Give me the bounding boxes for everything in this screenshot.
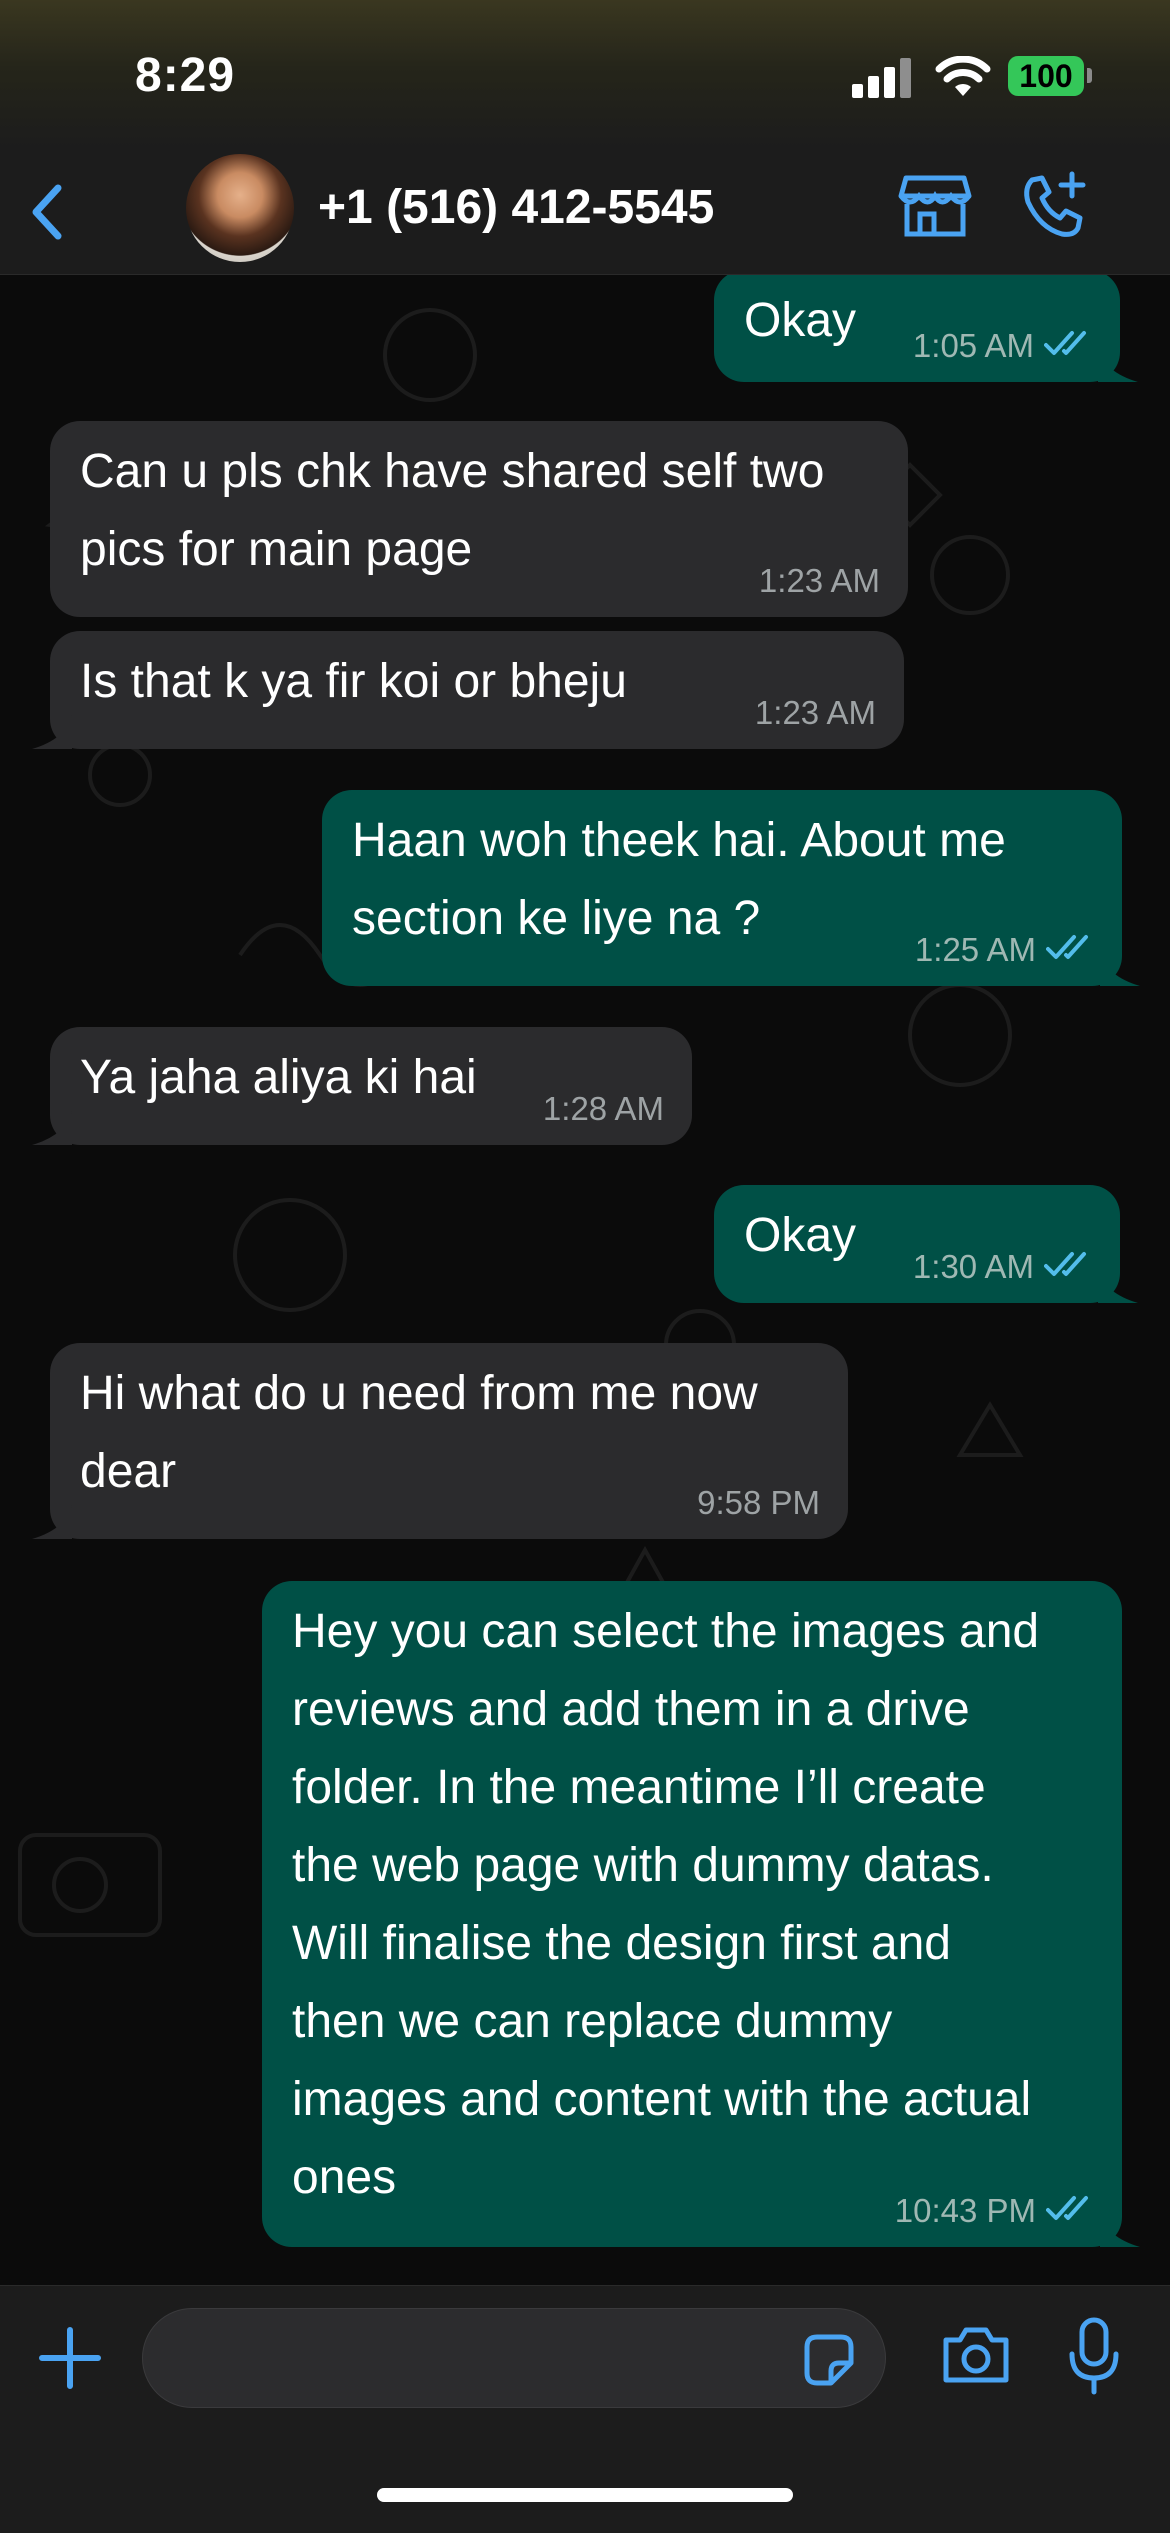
wifi-icon	[935, 56, 991, 96]
message-time: 9:58 PM	[697, 1484, 820, 1521]
plus-icon[interactable]	[38, 2326, 102, 2390]
read-receipt-icon	[1044, 1249, 1092, 1285]
bubble-tail	[32, 1111, 72, 1145]
message-text: Hey you can select the images and review…	[292, 1605, 1040, 2204]
incoming-message[interactable]: Is that k ya fir koi or bheju 1:23 AM	[32, 631, 904, 749]
message-composer	[0, 2285, 1170, 2533]
message-meta: 1:25 AM	[915, 932, 1094, 968]
contact-name[interactable]: +1 (516) 412-5545	[318, 180, 714, 235]
chat-header: +1 (516) 412-5545	[0, 150, 1170, 275]
read-receipt-icon	[1046, 2193, 1094, 2229]
sticker-icon[interactable]	[801, 2333, 855, 2387]
read-receipt-icon	[1044, 328, 1092, 364]
message-time: 1:28 AM	[542, 1090, 664, 1127]
read-receipt-icon	[1046, 932, 1094, 968]
outgoing-message[interactable]: Haan woh theek hai. About me section ke …	[322, 790, 1140, 986]
battery-tip	[1087, 68, 1092, 83]
add-call-icon[interactable]	[1018, 170, 1090, 242]
microphone-icon[interactable]	[1068, 2316, 1120, 2396]
message-meta: 1:05 AM	[913, 328, 1092, 364]
bubble-tail	[1098, 1269, 1138, 1303]
chevron-left-icon[interactable]	[18, 176, 78, 246]
status-time: 8:29	[135, 49, 236, 102]
camera-icon[interactable]	[940, 2324, 1012, 2386]
message-input[interactable]	[142, 2308, 886, 2408]
outgoing-message[interactable]: Okay 1:05 AM	[714, 275, 1138, 382]
message-time: 10:43 PM	[894, 2192, 1036, 2229]
bubble-tail	[1100, 2213, 1140, 2247]
storefront-icon[interactable]	[898, 174, 972, 238]
incoming-message[interactable]: Can u pls chk have shared self two pics …	[50, 421, 908, 617]
message-time: 1:23 AM	[758, 562, 880, 599]
message-meta: 1:30 AM	[913, 1249, 1092, 1285]
incoming-message[interactable]: Hi what do u need from me now dear 9:58 P…	[32, 1343, 848, 1539]
message-time: 1:23 AM	[754, 694, 876, 731]
message-time: 1:30 AM	[912, 1248, 1034, 1285]
cellular-signal-icon	[852, 58, 911, 98]
message-time: 1:05 AM	[912, 327, 1034, 364]
battery-indicator: 100	[1008, 56, 1084, 96]
message-time: 1:25 AM	[914, 931, 1036, 968]
message-meta: 9:58 PM	[697, 1485, 820, 1521]
message-meta: 1:28 AM	[543, 1091, 664, 1127]
message-meta: 1:23 AM	[755, 695, 876, 731]
bubble-tail	[32, 715, 72, 749]
status-bar: 8:29 100	[0, 0, 1170, 150]
bubble-tail	[32, 1505, 72, 1539]
home-indicator	[377, 2488, 793, 2502]
bubble-tail	[1098, 348, 1138, 382]
incoming-message[interactable]: Ya jaha aliya ki hai 1:28 AM	[32, 1027, 692, 1145]
outgoing-message[interactable]: Okay 1:30 AM	[714, 1185, 1138, 1303]
avatar[interactable]	[186, 154, 294, 262]
outgoing-message[interactable]: Hey you can select the images and review…	[262, 1581, 1140, 2247]
message-meta: 10:43 PM	[895, 2193, 1094, 2229]
chat-messages[interactable]: Okay 1:05 AM Can u pls chk have shared sel…	[0, 275, 1170, 2285]
battery-level: 100	[1019, 57, 1073, 94]
bubble-tail	[1100, 952, 1140, 986]
message-meta: 1:23 AM	[759, 563, 880, 599]
